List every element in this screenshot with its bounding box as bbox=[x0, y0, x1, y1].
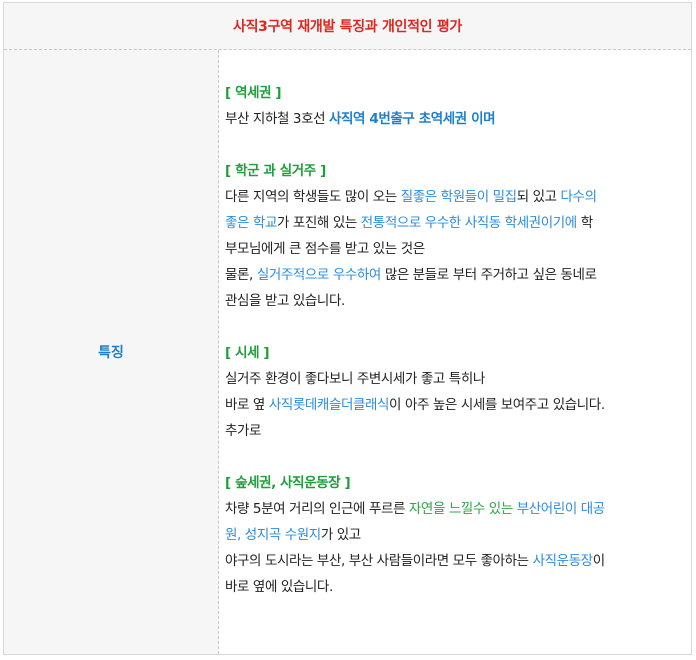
text: 부산 지하철 3호선 bbox=[225, 111, 330, 127]
text: 물론, bbox=[225, 267, 257, 283]
highlight-text: 사직운동장 bbox=[532, 553, 594, 569]
page-title: 사직3구역 재개발 특징과 개인적인 평가 bbox=[232, 19, 463, 35]
highlight-text: 자연을 느낄수 있는 bbox=[408, 501, 513, 517]
highlight-text: 실거주적으로 우수하여 bbox=[256, 267, 381, 283]
highlight-text: 사직롯데캐슬더클래식 bbox=[268, 397, 390, 413]
text: 이 아주 높은 시세를 보여주고 있습니다. bbox=[389, 397, 605, 413]
text: 야구의 도시라는 부산, 부산 사람들이라면 모두 좋아하는 bbox=[225, 553, 533, 569]
text: 많은 분들로 부터 주거하고 싶은 동네로 bbox=[380, 267, 597, 283]
text: 차량 5분여 거리의 인근에 푸르른 bbox=[225, 501, 409, 517]
forest-line-4: 바로 옆에 있습니다. bbox=[225, 579, 333, 595]
price-line-3: 추가로 bbox=[225, 423, 262, 439]
highlight-text: 질좋은 학원들이 밀집 bbox=[400, 189, 517, 205]
highlight-text: 다수의 bbox=[560, 189, 597, 205]
section-head-station: [ 역세권 ] bbox=[225, 85, 282, 101]
label-cell: 특징 bbox=[4, 50, 219, 654]
highlight-text: 전통적으로 우수한 사직동 학세권이기에 bbox=[360, 215, 577, 231]
school-line-1: 다른 지역의 학생들도 많이 오는 질좋은 학원들이 밀집되 있고 다수의 bbox=[225, 184, 685, 210]
school-line-2: 좋은 학교가 포진해 있는 전통적으로 우수한 사직동 학세권이기에 학 bbox=[225, 210, 685, 236]
text: 이 bbox=[592, 553, 605, 569]
station-line-1: 부산 지하철 3호선 사직역 4번출구 초역세권 이며 bbox=[225, 106, 685, 132]
forest-line-3: 야구의 도시라는 부산, 부산 사람들이라면 모두 좋아하는 사직운동장이 bbox=[225, 548, 685, 574]
section-head-price: [ 시세 ] bbox=[225, 345, 270, 361]
school-line-5: 관심을 받고 있습니다. bbox=[225, 293, 345, 309]
text: 되 있고 bbox=[516, 189, 561, 205]
forest-line-1: 차량 5분여 거리의 인근에 푸르른 자연을 느낄수 있는 부산어린이 대공 bbox=[225, 496, 685, 522]
forest-line-2: 원, 성지곡 수원지가 있고 bbox=[225, 522, 685, 548]
price-line-2: 바로 옆 사직롯데캐슬더클래식이 아주 높은 시세를 보여주고 있습니다. bbox=[225, 392, 685, 418]
text: 학 bbox=[576, 215, 593, 231]
highlight-text: 좋은 학교 bbox=[225, 215, 277, 231]
text: 가 있고 bbox=[320, 527, 361, 543]
section-head-forest: [ 숲세권, 사직운동장 ] bbox=[225, 475, 351, 491]
content-cell: [ 역세권 ] 부산 지하철 3호선 사직역 4번출구 초역세권 이며 [ 학군… bbox=[225, 80, 685, 600]
highlight-text: 원, 성지곡 수원지 bbox=[225, 527, 321, 543]
text: 다른 지역의 학생들도 많이 오는 bbox=[225, 189, 401, 205]
row-label: 특징 bbox=[98, 345, 124, 361]
section-head-school: [ 학군 과 실거주 ] bbox=[225, 163, 326, 179]
school-line-3: 부모님에게 큰 점수를 받고 있는 것은 bbox=[225, 241, 425, 257]
text: 바로 옆 bbox=[225, 397, 269, 413]
highlight-text: 사직역 4번출구 초역세권 이며 bbox=[329, 111, 496, 127]
school-line-4: 물론, 실거주적으로 우수하여 많은 분들로 부터 주거하고 싶은 동네로 bbox=[225, 262, 685, 288]
price-line-1: 실거주 환경이 좋다보니 주변시세가 좋고 특히나 bbox=[225, 371, 485, 387]
highlight-text: 부산어린이 대공 bbox=[516, 501, 605, 517]
table-header: 사직3구역 재개발 특징과 개인적인 평가 bbox=[4, 3, 691, 50]
text: 가 포진해 있는 bbox=[276, 215, 361, 231]
